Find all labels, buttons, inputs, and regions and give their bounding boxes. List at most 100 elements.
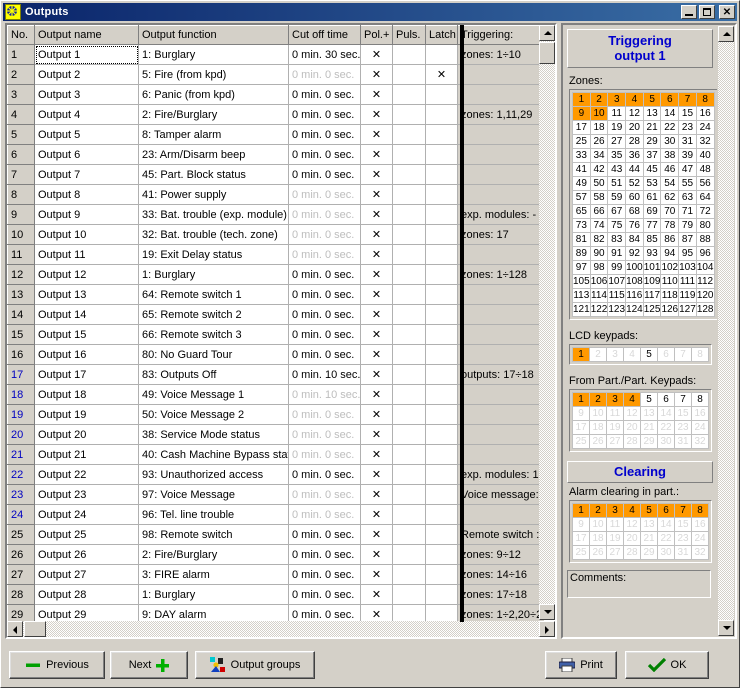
output-name-cell[interactable]: Output 13: [34, 284, 139, 305]
cell-21[interactable]: 21: [642, 120, 662, 135]
latch-cell[interactable]: [425, 284, 458, 305]
cut-off-time-cell[interactable]: 0 min. 0 sec.: [288, 344, 361, 365]
cell-126[interactable]: 126: [660, 302, 680, 317]
output-name-cell[interactable]: Output 25: [34, 524, 139, 545]
cell-32[interactable]: 32: [695, 134, 715, 149]
output-name-cell[interactable]: Output 4: [34, 104, 139, 125]
cell-20[interactable]: 20: [625, 120, 644, 135]
cell-30[interactable]: 30: [660, 134, 680, 149]
cell-65[interactable]: 65: [572, 204, 591, 219]
pulse-cell[interactable]: [392, 164, 426, 185]
panel-scroll-down-button[interactable]: [718, 620, 734, 636]
triggering-cell[interactable]: [457, 84, 544, 105]
cut-off-time-cell[interactable]: 0 min. 10 sec.: [288, 384, 361, 405]
cell-16[interactable]: 16: [691, 517, 709, 532]
output-name-cell[interactable]: Output 1: [34, 44, 139, 65]
cell-30[interactable]: 30: [657, 545, 675, 560]
cell-53[interactable]: 53: [642, 176, 662, 191]
close-button[interactable]: ✕: [719, 5, 735, 19]
cell-3[interactable]: 3: [606, 503, 624, 518]
latch-cell[interactable]: [425, 564, 458, 585]
cut-off-time-cell[interactable]: 0 min. 30 sec.: [288, 44, 361, 65]
output-name-cell[interactable]: Output 19: [34, 404, 139, 425]
triggering-cell[interactable]: zones: 1÷128: [457, 264, 544, 285]
output-function-cell[interactable]: 5: Fire (from kpd): [138, 64, 289, 85]
output-name-cell[interactable]: Output 10: [34, 224, 139, 245]
polarity-cell[interactable]: ✕: [360, 384, 393, 405]
grid-hscroll-thumb[interactable]: [24, 621, 46, 637]
cell-92[interactable]: 92: [625, 246, 644, 261]
latch-cell[interactable]: [425, 504, 458, 525]
cell-24[interactable]: 24: [691, 531, 709, 546]
cell-63[interactable]: 63: [678, 190, 697, 205]
cell-31[interactable]: 31: [674, 434, 692, 449]
output-function-cell[interactable]: 64: Remote switch 1: [138, 284, 289, 305]
output-function-cell[interactable]: 8: Tamper alarm: [138, 124, 289, 145]
output-function-cell[interactable]: 80: No Guard Tour: [138, 344, 289, 365]
cell-21[interactable]: 21: [640, 531, 658, 546]
cell-10[interactable]: 10: [589, 517, 607, 532]
output-function-cell[interactable]: 33: Bat. trouble (exp. module): [138, 204, 289, 225]
latch-cell[interactable]: [425, 364, 458, 385]
col-no[interactable]: No.: [7, 25, 35, 45]
print-button[interactable]: Print: [545, 651, 617, 679]
cell-40[interactable]: 40: [695, 148, 715, 163]
cell-37[interactable]: 37: [642, 148, 662, 163]
cell-51[interactable]: 51: [607, 176, 627, 191]
zones-grid[interactable]: 1 2 3 4 5 6 7 8 9 10 11 12 13 14 15 16 17 18 19 20 21 22 23 24 2…: [569, 89, 717, 320]
cell-18[interactable]: 18: [589, 420, 607, 435]
cell-20[interactable]: 20: [623, 531, 641, 546]
triggering-cell[interactable]: [457, 184, 544, 205]
cell-6[interactable]: 6: [660, 92, 680, 107]
polarity-cell[interactable]: ✕: [360, 244, 393, 265]
cell-108[interactable]: 108: [625, 274, 644, 289]
cell-61[interactable]: 61: [642, 190, 662, 205]
polarity-cell[interactable]: ✕: [360, 224, 393, 245]
triggering-cell[interactable]: Voice message:: [457, 484, 544, 505]
output-function-cell[interactable]: 98: Remote switch: [138, 524, 289, 545]
polarity-cell[interactable]: ✕: [360, 584, 393, 605]
cut-off-time-cell[interactable]: 0 min. 0 sec.: [288, 224, 361, 245]
cell-48[interactable]: 48: [695, 162, 715, 177]
latch-cell[interactable]: [425, 324, 458, 345]
cell-55[interactable]: 55: [678, 176, 697, 191]
polarity-cell[interactable]: ✕: [360, 44, 393, 65]
cell-9[interactable]: 9: [572, 406, 590, 421]
output-function-cell[interactable]: 83: Outputs Off: [138, 364, 289, 385]
pulse-cell[interactable]: [392, 504, 426, 525]
pulse-cell[interactable]: [392, 184, 426, 205]
cell-12[interactable]: 12: [623, 406, 641, 421]
cell-3[interactable]: 3: [607, 92, 627, 107]
grid-scroll-left-button[interactable]: [7, 621, 23, 637]
cell-8[interactable]: 8: [691, 392, 709, 407]
cell-87[interactable]: 87: [678, 232, 697, 247]
output-function-cell[interactable]: 1: Burglary: [138, 584, 289, 605]
cell-62[interactable]: 62: [660, 190, 680, 205]
cell-6[interactable]: 6: [657, 392, 675, 407]
polarity-cell[interactable]: ✕: [360, 64, 393, 85]
cell-4[interactable]: 4: [623, 347, 641, 362]
cell-28[interactable]: 28: [623, 434, 641, 449]
cell-36[interactable]: 36: [625, 148, 644, 163]
triggering-cell[interactable]: zones: 17: [457, 224, 544, 245]
latch-cell[interactable]: [425, 464, 458, 485]
triggering-cell[interactable]: zones: 17÷18: [457, 584, 544, 605]
cell-123[interactable]: 123: [607, 302, 627, 317]
triggering-cell[interactable]: [457, 404, 544, 425]
cell-99[interactable]: 99: [607, 260, 627, 275]
cell-4[interactable]: 4: [623, 503, 641, 518]
cell-25[interactable]: 25: [572, 434, 590, 449]
cell-32[interactable]: 32: [691, 545, 709, 560]
cell-12[interactable]: 12: [625, 106, 644, 121]
cell-74[interactable]: 74: [589, 218, 609, 233]
cell-7[interactable]: 7: [678, 92, 697, 107]
triggering-cell[interactable]: [457, 384, 544, 405]
cell-2[interactable]: 2: [589, 503, 607, 518]
triggering-cell[interactable]: [457, 424, 544, 445]
cell-8[interactable]: 8: [691, 503, 709, 518]
latch-cell[interactable]: [425, 84, 458, 105]
cell-84[interactable]: 84: [625, 232, 644, 247]
cut-off-time-cell[interactable]: 0 min. 0 sec.: [288, 304, 361, 325]
cell-31[interactable]: 31: [678, 134, 697, 149]
cell-1[interactable]: 1: [572, 347, 590, 362]
